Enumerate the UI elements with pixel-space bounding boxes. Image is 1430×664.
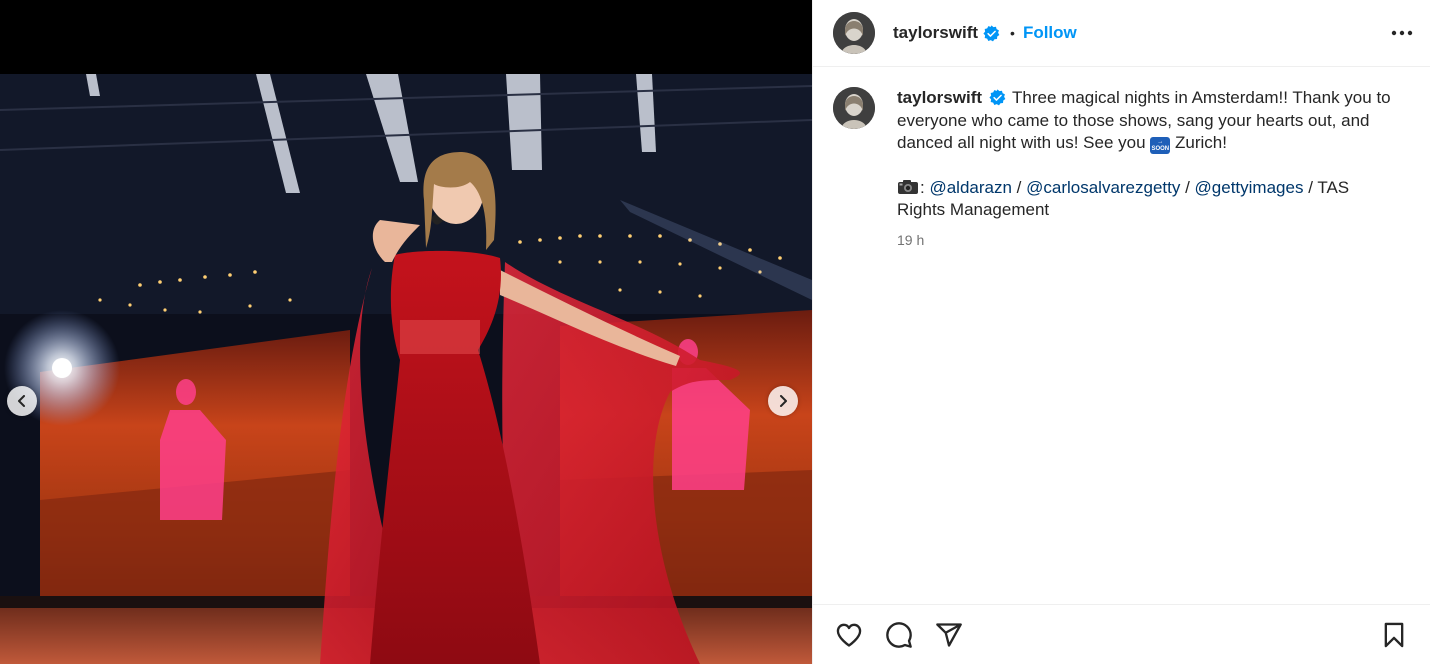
heart-icon — [836, 623, 862, 647]
credit-separator: / — [1011, 177, 1027, 197]
verified-badge-icon — [983, 24, 1000, 42]
profile-picture — [833, 12, 875, 54]
chevron-right-icon — [780, 395, 787, 407]
next-image-button[interactable] — [768, 386, 798, 416]
bookmark-icon — [1384, 622, 1404, 647]
mention-link[interactable]: @gettyimages — [1195, 178, 1304, 197]
concert-photo — [0, 0, 812, 664]
photo-credit: : @aldarazn / @carlosalvarezgetty / @get… — [897, 177, 1397, 222]
caption: taylorswift Three magical nights in Amste… — [833, 87, 1410, 251]
share-icon — [936, 622, 962, 647]
soon-arrow-emoji-icon: → SOON — [1150, 137, 1171, 154]
verified-badge-icon — [989, 89, 1006, 106]
mention-link[interactable]: @carlosalvarezgetty — [1026, 178, 1180, 197]
comment-button[interactable] — [883, 619, 915, 651]
caption-text-block: taylorswift Three magical nights in Amste… — [897, 87, 1397, 155]
caption-body: taylorswift Three magical nights in Amste… — [897, 87, 1397, 251]
post-header: taylorswift • Follow — [813, 0, 1430, 67]
more-options-button[interactable] — [1390, 21, 1414, 45]
share-button[interactable] — [933, 619, 965, 651]
credit-prefix: : — [920, 177, 925, 197]
comments-area: taylorswift Three magical nights in Amste… — [813, 67, 1430, 604]
credit-separator: / — [1180, 177, 1195, 197]
caption-username[interactable]: taylorswift — [897, 88, 982, 107]
camera-emoji-icon — [897, 179, 919, 195]
separator-dot: • — [1010, 25, 1015, 41]
mention-link[interactable]: @aldarazn — [929, 178, 1011, 197]
soon-emoji-text: SOON — [1151, 146, 1170, 152]
previous-image-button[interactable] — [7, 386, 37, 416]
avatar[interactable] — [833, 12, 875, 54]
follow-button[interactable]: Follow — [1023, 23, 1077, 43]
username[interactable]: taylorswift — [893, 23, 978, 43]
caption-avatar[interactable] — [833, 87, 875, 129]
save-button[interactable] — [1378, 619, 1410, 651]
post-media[interactable] — [0, 0, 812, 664]
action-bar — [813, 604, 1430, 664]
comment-icon — [886, 621, 912, 648]
chevron-left-icon — [18, 395, 25, 407]
post-dialog: taylorswift • Follow taylorswift Three m… — [0, 0, 1430, 664]
like-button[interactable] — [833, 619, 865, 651]
post-side-panel: taylorswift • Follow taylorswift Three m… — [812, 0, 1430, 664]
post-timestamp[interactable]: 19 h — [897, 229, 1397, 252]
caption-end: Zurich! — [1175, 133, 1227, 152]
profile-picture — [833, 87, 875, 129]
more-options-icon — [1391, 30, 1413, 36]
